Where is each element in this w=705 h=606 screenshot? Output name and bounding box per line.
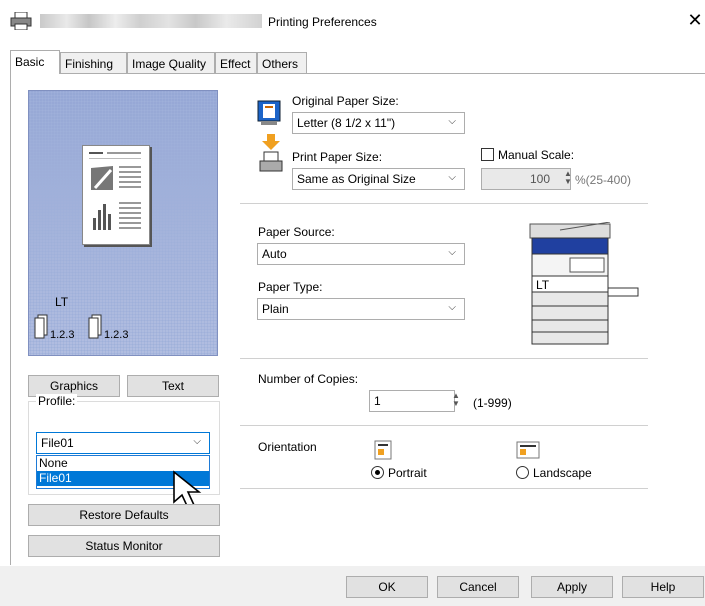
copies-label-2: 1.2.3: [104, 329, 129, 341]
original-paper-size-select[interactable]: Letter (8 1/2 x 11") ⌵: [292, 112, 465, 134]
copies-value: 1: [374, 394, 381, 408]
profile-label: Profile:: [36, 394, 78, 408]
machine-tray-label: LT: [536, 278, 550, 292]
copies-stack-icon: [88, 314, 102, 339]
manual-scale-input[interactable]: 100: [481, 168, 571, 190]
tab-effect[interactable]: Effect: [215, 52, 257, 74]
close-icon[interactable]: ✕: [686, 10, 704, 31]
manual-scale-value: 100: [529, 172, 550, 186]
help-button[interactable]: Help: [622, 576, 704, 598]
landscape-radio[interactable]: [516, 466, 529, 479]
window-title: Printing Preferences: [268, 15, 377, 29]
original-paper-size-value: Letter (8 1/2 x 11"): [297, 116, 396, 130]
chevron-down-icon: ⌵: [193, 436, 201, 447]
chevron-down-icon: ⌵: [448, 172, 456, 183]
profile-option-none[interactable]: None: [37, 456, 209, 471]
chevron-down-icon: ⌵: [448, 302, 456, 313]
scale-range-label: %(25-400): [575, 173, 632, 187]
copies-spin-icon[interactable]: ▲ ▼: [452, 392, 460, 408]
tab-finishing[interactable]: Finishing: [60, 52, 127, 74]
original-paper-size-label: Original Paper Size:: [292, 94, 399, 108]
landscape-icon: [516, 441, 540, 459]
tab-others[interactable]: Others: [257, 52, 307, 74]
apply-button[interactable]: Apply: [531, 576, 613, 598]
copies-range-label: (1-999): [473, 396, 512, 410]
ok-button[interactable]: OK: [346, 576, 428, 598]
portrait-icon: [374, 440, 392, 460]
copies-label: Number of Copies:: [258, 372, 359, 386]
print-paper-icon: [259, 134, 283, 172]
print-paper-size-label: Print Paper Size:: [292, 150, 383, 164]
preview-page: [82, 145, 150, 245]
separator: [240, 488, 648, 489]
separator: [240, 203, 648, 204]
paper-type-select[interactable]: Plain ⌵: [257, 298, 465, 320]
tab-basic[interactable]: Basic: [10, 50, 60, 74]
portrait-radio[interactable]: [371, 466, 384, 479]
separator: [240, 425, 648, 426]
chevron-down-icon: ⌵: [448, 116, 456, 127]
portrait-label: Portrait: [388, 466, 427, 480]
manual-scale-label: Manual Scale:: [498, 148, 575, 162]
profile-value: File01: [41, 436, 74, 450]
print-paper-size-select[interactable]: Same as Original Size ⌵: [292, 168, 465, 190]
cancel-button[interactable]: Cancel: [437, 576, 519, 598]
paper-type-value: Plain: [262, 302, 289, 316]
paper-source-label: Paper Source:: [258, 225, 335, 239]
preview-paper-label: LT: [55, 295, 69, 309]
restore-defaults-button[interactable]: Restore Defaults: [28, 504, 220, 526]
orientation-label: Orientation: [258, 440, 317, 454]
original-paper-icon: [257, 100, 281, 125]
chevron-down-icon: ⌵: [448, 247, 456, 258]
copies-label-1: 1.2.3: [50, 329, 75, 341]
blurred-printer-name: [40, 14, 262, 28]
profile-select[interactable]: File01 ⌵: [36, 432, 210, 454]
separator: [240, 358, 648, 359]
paper-type-label: Paper Type:: [258, 280, 323, 294]
status-monitor-button[interactable]: Status Monitor: [28, 535, 220, 557]
landscape-label: Landscape: [533, 466, 592, 480]
paper-source-select[interactable]: Auto ⌵: [257, 243, 465, 265]
paper-source-value: Auto: [262, 247, 287, 261]
preview-document-icon: [89, 152, 141, 230]
copies-stack-icon: [34, 314, 48, 339]
scale-spin-icon[interactable]: ▲ ▼: [564, 170, 572, 186]
text-button[interactable]: Text: [127, 375, 219, 397]
printer-icon: [10, 12, 32, 30]
copies-input[interactable]: 1: [369, 390, 455, 412]
manual-scale-checkbox[interactable]: [481, 148, 494, 161]
tab-image-quality[interactable]: Image Quality: [127, 52, 215, 74]
print-paper-size-value: Same as Original Size: [297, 172, 416, 186]
